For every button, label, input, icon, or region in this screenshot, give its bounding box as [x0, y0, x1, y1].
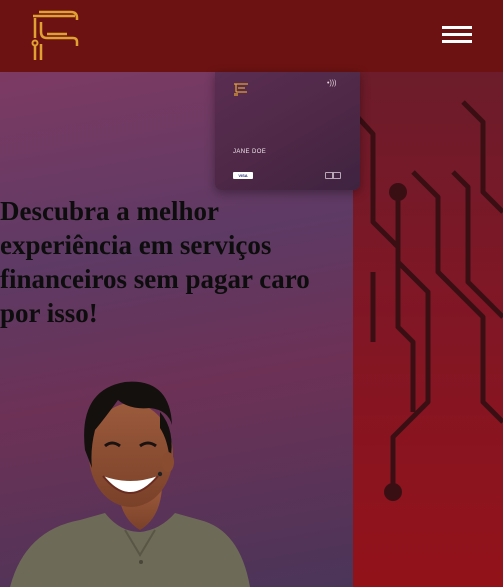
menu-bar-line: [442, 40, 472, 43]
chip-icon: [325, 172, 341, 179]
card-network-badge: VISA: [233, 172, 253, 179]
smiling-woman-photo: [10, 381, 250, 587]
menu-bar-line: [442, 33, 472, 36]
hero-right-panel: [353, 72, 503, 587]
credit-card-image: •))) JANE DOE VISA: [215, 72, 360, 190]
hamburger-menu-button[interactable]: [438, 22, 476, 48]
card-holder-name: JANE DOE: [233, 149, 267, 155]
menu-bar-line: [442, 26, 472, 29]
brand-logo-icon[interactable]: [27, 8, 81, 62]
contactless-icon: •))): [327, 80, 337, 87]
circuit-pattern-icon: [353, 100, 503, 501]
hero-heading: Descubra a melhor experiência em serviço…: [0, 196, 310, 328]
top-navbar: [0, 0, 503, 72]
card-brand-logo-icon: [234, 83, 248, 96]
